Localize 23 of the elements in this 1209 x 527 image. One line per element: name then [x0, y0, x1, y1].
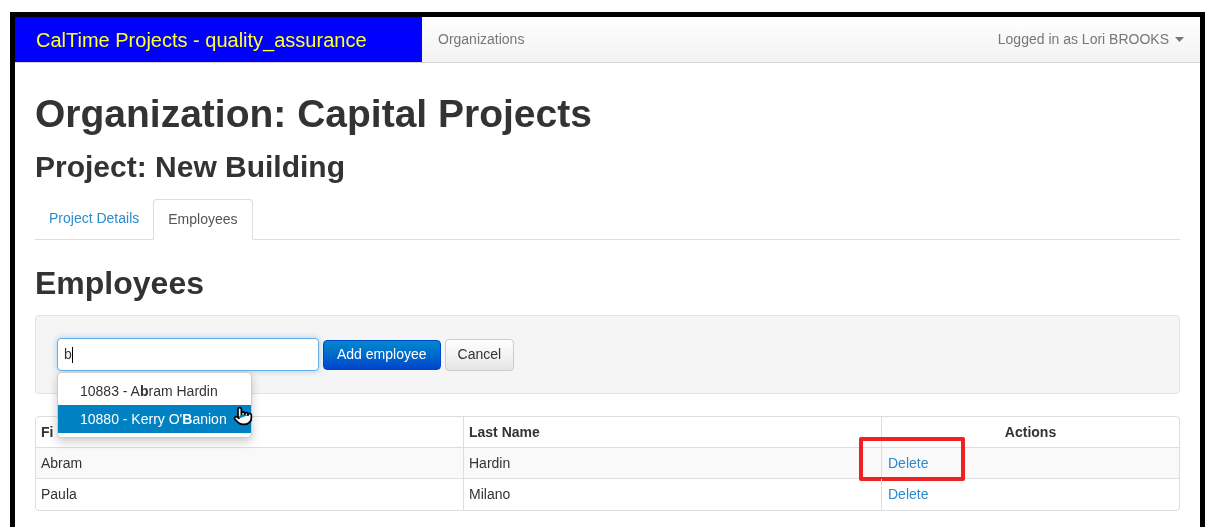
table-cell-text: Abram: [40, 453, 84, 473]
column-header: Actions: [1004, 422, 1057, 442]
caret-icon: [1175, 37, 1184, 42]
suggestion-item[interactable]: 10883 - Abram Hardin: [58, 377, 251, 406]
delete-link[interactable]: Delete: [888, 452, 929, 474]
table-cell-text: Paula: [40, 485, 78, 505]
delete-link[interactable]: Delete: [888, 484, 929, 506]
user-menu[interactable]: Logged in as Lori BROOKS: [997, 29, 1200, 50]
section-heading: Employees: [35, 265, 205, 302]
project-heading: Project: New Building: [35, 149, 347, 183]
suggestion-item[interactable]: 10880 - Kerry O'Banion: [58, 405, 251, 434]
tab[interactable]: Employees: [153, 198, 253, 240]
column-header: Last Name: [469, 422, 540, 442]
nav-link[interactable]: Organizations: [422, 29, 541, 50]
tab[interactable]: Project Details: [35, 198, 154, 239]
add-employee-button[interactable]: Add employee: [323, 339, 441, 370]
employee-search-field[interactable]: b: [57, 338, 319, 372]
table-cell: Milano: [463, 479, 881, 511]
brand-link[interactable]: CalTime Projects - quality_assurance: [15, 17, 422, 62]
cancel-button[interactable]: Cancel: [444, 338, 515, 371]
organization-heading: Organization: Capital Projects: [35, 93, 593, 136]
column-header: Fi: [41, 422, 54, 442]
table-cell: Hardin: [463, 448, 881, 479]
